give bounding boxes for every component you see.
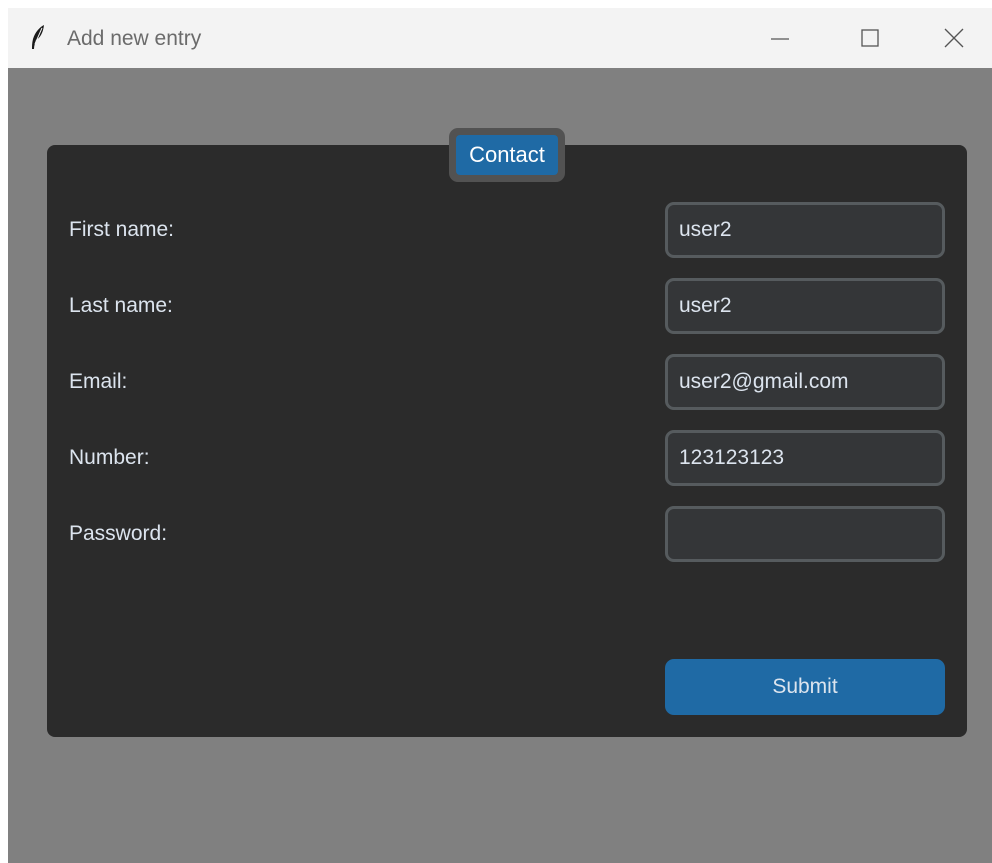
password-input[interactable] [665,506,945,562]
first-name-input[interactable] [665,202,945,258]
window-title: Add new entry [67,27,202,50]
title-bar[interactable]: Add new entry [8,8,992,68]
minimize-icon [771,38,789,40]
close-button[interactable] [915,8,992,68]
tab-contact-label: Contact [456,135,558,175]
close-icon [944,28,963,48]
last-name-label: Last name: [69,294,173,317]
tab-contact[interactable]: Contact [449,128,565,182]
maximize-icon [861,29,879,47]
last-name-input[interactable] [665,278,945,334]
number-label: Number: [69,446,150,469]
feather-icon [30,24,46,50]
submit-button[interactable]: Submit [665,659,945,715]
password-label: Password: [69,522,168,545]
number-input[interactable] [665,430,945,486]
minimize-button[interactable] [735,8,825,68]
email-input[interactable] [665,354,945,410]
first-name-label: First name: [69,218,175,241]
maximize-button[interactable] [825,8,915,68]
email-label: Email: [69,370,128,393]
app-window: Add new entry Contact First name: Last n… [8,8,992,863]
